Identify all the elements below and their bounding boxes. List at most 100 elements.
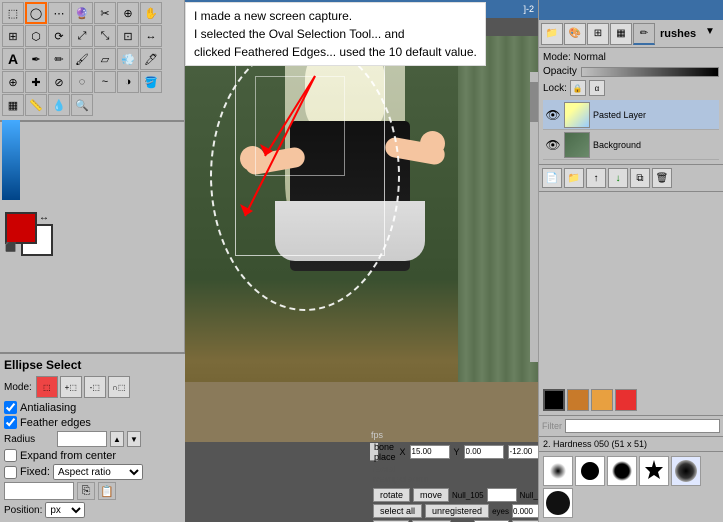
- fixed-select[interactable]: Aspect ratio: [53, 464, 143, 480]
- fixed-checkbox[interactable]: [4, 466, 17, 479]
- brush-brush-icon[interactable]: ✏: [633, 23, 655, 45]
- vscrollbar-thumb[interactable]: [530, 82, 538, 122]
- tool-ink[interactable]: 🖊: [140, 48, 162, 70]
- layer-pasted-visibility-btn[interactable]: 👁: [545, 107, 561, 123]
- rotate-btn[interactable]: rotate: [373, 488, 410, 502]
- tool-zoom[interactable]: 🔍: [71, 94, 93, 116]
- tool-crop[interactable]: ⬡: [25, 25, 47, 47]
- tool-flip[interactable]: ↔: [140, 25, 162, 47]
- tool-eyedropper[interactable]: 💧: [48, 94, 70, 116]
- feather-checkbox[interactable]: [4, 416, 17, 429]
- tool-foreground-select[interactable]: ⊕: [117, 2, 139, 24]
- default-colors-icon[interactable]: ⬛: [5, 242, 16, 253]
- layer-pasted-name: Pasted Layer: [593, 110, 717, 120]
- bone-y-input[interactable]: [464, 445, 504, 459]
- unregistered-btn[interactable]: unregistered: [425, 504, 489, 518]
- layer-bg-item[interactable]: 👁 Background: [543, 130, 719, 160]
- brush-gradient-icon[interactable]: ▦: [610, 23, 632, 45]
- tool-measure[interactable]: 📏: [25, 94, 47, 116]
- tool-rect-select[interactable]: ⬚: [2, 2, 24, 24]
- eyes-input[interactable]: [512, 504, 538, 518]
- brush-sample-4[interactable]: [639, 456, 669, 486]
- tool-heal[interactable]: ✚: [25, 71, 47, 93]
- tool-scale[interactable]: ⤢: [71, 25, 93, 47]
- tool-smudge[interactable]: ~: [94, 71, 116, 93]
- brush-palette-icon[interactable]: 🎨: [564, 23, 586, 45]
- lock-alpha-btn[interactable]: α: [589, 80, 605, 96]
- tool-clone[interactable]: ⊕: [2, 71, 24, 93]
- tool-gradient[interactable]: ▦: [2, 94, 24, 116]
- antialiasing-checkbox[interactable]: [4, 401, 17, 414]
- layer-new-btn[interactable]: 📄: [542, 168, 562, 188]
- tool-path[interactable]: ✒: [25, 48, 47, 70]
- canvas-vscrollbar[interactable]: [530, 72, 538, 362]
- tool-eraser[interactable]: ▱: [94, 48, 116, 70]
- tool-fuzzy-select[interactable]: 🔮: [71, 2, 93, 24]
- color-chips-row: [539, 385, 723, 416]
- radius-spin-up[interactable]: ▲: [110, 431, 124, 447]
- brush-sample-5[interactable]: [671, 456, 701, 486]
- tool-dodge[interactable]: ◑: [117, 71, 139, 93]
- brush-sample-3[interactable]: [607, 456, 637, 486]
- tool-align[interactable]: ⊞: [2, 25, 24, 47]
- tool-scissors-select[interactable]: ✂: [94, 2, 116, 24]
- tool-rotate[interactable]: ⟳: [48, 25, 70, 47]
- tool-airbrush[interactable]: 💨: [117, 48, 139, 70]
- opacity-slider[interactable]: [581, 67, 719, 77]
- foreground-color-chip[interactable]: [5, 212, 37, 244]
- tool-text[interactable]: A: [2, 48, 24, 70]
- swap-colors-icon[interactable]: ↔: [39, 212, 49, 223]
- null105-input[interactable]: [487, 488, 517, 502]
- black-chip[interactable]: [543, 389, 565, 411]
- tool-perspective[interactable]: ⊡: [117, 25, 139, 47]
- layer-pasted-item[interactable]: 👁 Pasted Layer: [543, 100, 719, 130]
- current-input[interactable]: Current: [4, 482, 74, 500]
- layer-down-btn[interactable]: ↓: [608, 168, 628, 188]
- current-paste-btn[interactable]: 📋: [98, 482, 116, 500]
- eyes-label: eyes: [492, 507, 509, 516]
- bone-z-input[interactable]: [508, 445, 538, 459]
- brush-pattern-icon[interactable]: ⊞: [587, 23, 609, 45]
- filter-input[interactable]: [565, 419, 720, 433]
- mode-replace-btn[interactable]: ⬚: [36, 376, 58, 398]
- canvas-content[interactable]: [185, 36, 538, 442]
- layer-up-btn[interactable]: ↑: [586, 168, 606, 188]
- layer-duplicate-btn[interactable]: ⧉: [630, 168, 650, 188]
- tool-paintbrush[interactable]: 🖌: [71, 48, 93, 70]
- px-select[interactable]: px: [45, 502, 85, 518]
- mode-subtract-btn[interactable]: -⬚: [84, 376, 106, 398]
- brush-sample-2[interactable]: [575, 456, 605, 486]
- red-chip[interactable]: [615, 389, 637, 411]
- tool-pencil[interactable]: ✏: [48, 48, 70, 70]
- lock-pixels-btn[interactable]: 🔒: [570, 80, 586, 96]
- radius-spin-down[interactable]: ▼: [127, 431, 141, 447]
- brushes-dropdown-btn[interactable]: ▼: [705, 26, 721, 42]
- anime-scene: [185, 36, 538, 442]
- tool-free-select[interactable]: ⋯: [48, 2, 70, 24]
- tool-perspective-clone[interactable]: ⊘: [48, 71, 70, 93]
- tool-blur[interactable]: ◌: [71, 71, 93, 93]
- bone-x-input[interactable]: [410, 445, 450, 459]
- brush-folder-icon[interactable]: 📁: [541, 23, 563, 45]
- annotation-line3: clicked Feathered Edges... used the 10 d…: [194, 43, 477, 61]
- tool-ellipse-select[interactable]: ◯: [25, 2, 47, 24]
- brown-chip[interactable]: [567, 389, 589, 411]
- left-toolbox: ⬚ ◯ ⋯ 🔮 ✂ ⊕ ✋ ⊞ ⬡ ⟳ ⤢ ⤡ ⊡ ↔ A ✒ ✏ 🖌 ▱ 💨 …: [0, 0, 185, 522]
- move-btn[interactable]: move: [413, 488, 449, 502]
- select-all-btn[interactable]: select all: [373, 504, 422, 518]
- expand-center-checkbox[interactable]: [4, 449, 17, 462]
- layer-folder-btn[interactable]: 📁: [564, 168, 584, 188]
- orange-chip[interactable]: [591, 389, 613, 411]
- current-copy-btn[interactable]: ⎘: [77, 482, 95, 500]
- brush-sample-6[interactable]: [543, 488, 573, 518]
- radius-input[interactable]: 10.0: [57, 431, 107, 447]
- tool-bucket[interactable]: 🪣: [140, 71, 162, 93]
- layer-delete-btn[interactable]: 🗑: [652, 168, 672, 188]
- mode-add-btn[interactable]: +⬚: [60, 376, 82, 398]
- brushes-section: Filter 2. Hardness 050 (51 x 51): [539, 385, 723, 522]
- tool-shear[interactable]: ⤡: [94, 25, 116, 47]
- mode-intersect-btn[interactable]: ∩⬚: [108, 376, 130, 398]
- layer-bg-visibility-btn[interactable]: 👁: [545, 137, 561, 153]
- tool-move[interactable]: ✋: [140, 2, 162, 24]
- brush-sample-1[interactable]: [543, 456, 573, 486]
